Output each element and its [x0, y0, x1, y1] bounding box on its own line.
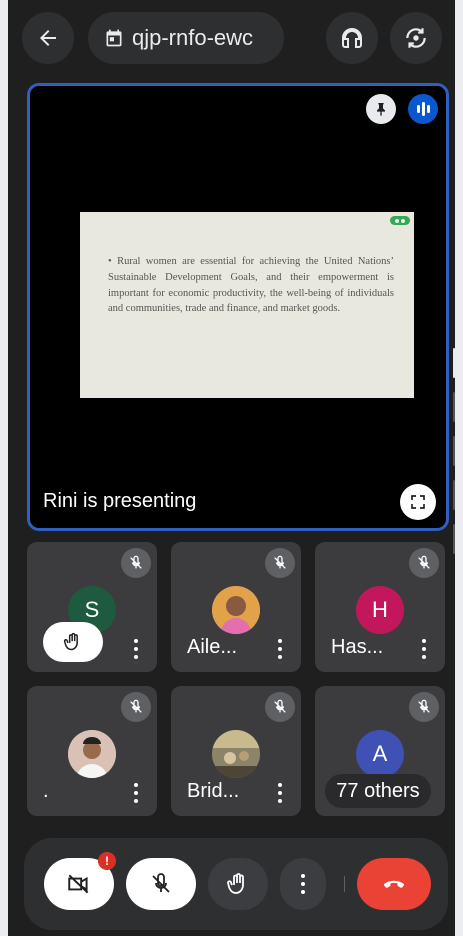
meeting-info-button[interactable]: qjp-rnfo-ewc — [88, 12, 284, 64]
pin-button[interactable] — [366, 94, 396, 124]
more-options-button[interactable] — [133, 639, 139, 659]
camera-alert-badge: ! — [98, 852, 116, 870]
meet-screen: qjp-rnfo-ewc • Rural women are essential… — [8, 0, 455, 936]
others-tile[interactable]: A 77 others — [315, 686, 445, 816]
mic-off-icon — [265, 548, 295, 578]
mic-toggle-button[interactable] — [126, 858, 196, 910]
presentation-stage[interactable]: • Rural women are essential for achievin… — [27, 83, 449, 531]
more-options-button[interactable] — [277, 783, 283, 803]
participant-name: Has... — [331, 636, 384, 658]
presenter-label: Rini is presenting — [43, 490, 197, 512]
end-call-icon — [383, 880, 405, 888]
pin-icon — [377, 103, 385, 116]
camera-off-icon — [68, 874, 89, 894]
participant-tile[interactable]: Brid... — [171, 686, 301, 816]
more-options-button[interactable] — [277, 639, 283, 659]
others-count: 77 others — [325, 774, 431, 808]
raise-hand-icon — [227, 873, 244, 894]
divider — [344, 876, 345, 892]
mic-off-icon — [121, 548, 151, 578]
scroll-indicator[interactable] — [453, 340, 455, 580]
mic-off-icon — [409, 692, 439, 722]
fullscreen-button[interactable] — [400, 484, 436, 520]
audio-output-button[interactable] — [326, 12, 378, 64]
avatar-photo — [68, 730, 116, 778]
mic-off-icon — [152, 873, 170, 893]
speaking-indicator — [408, 94, 438, 124]
call-controls: ! — [24, 838, 448, 930]
top-bar: qjp-rnfo-ewc — [8, 0, 455, 80]
participant-name: Brid... — [187, 780, 240, 802]
camera-toggle-button[interactable]: ! — [44, 852, 116, 910]
mic-off-icon — [409, 548, 439, 578]
participant-tile[interactable]: H Has... — [315, 542, 445, 672]
end-call-button[interactable] — [357, 858, 431, 910]
avatar-photo — [212, 730, 260, 778]
more-vert-icon — [301, 874, 305, 894]
switch-camera-button[interactable] — [390, 12, 442, 64]
raised-hand-badge — [43, 622, 103, 662]
avatar: H — [356, 586, 404, 634]
more-options-button[interactable] — [421, 639, 427, 659]
slide-status-badge — [390, 216, 410, 225]
participant-tile[interactable]: S — [27, 542, 157, 672]
headphones-icon — [342, 27, 362, 48]
shared-slide: • Rural women are essential for achievin… — [80, 212, 414, 398]
calendar-icon — [106, 29, 122, 47]
back-button[interactable] — [22, 12, 74, 64]
avatar-photo — [212, 586, 260, 634]
slide-text: • Rural women are essential for achievin… — [108, 256, 394, 315]
raise-hand-button[interactable] — [208, 858, 268, 910]
raise-hand-icon — [63, 632, 78, 651]
participant-tile[interactable]: . — [27, 686, 157, 816]
participant-tile[interactable]: Aile... — [171, 542, 301, 672]
meeting-code: qjp-rnfo-ewc — [132, 25, 254, 50]
participant-name: . — [43, 780, 49, 802]
avatar: A — [356, 730, 404, 778]
participant-name: Aile... — [187, 636, 238, 658]
more-options-button[interactable] — [280, 858, 326, 910]
mic-off-icon — [265, 692, 295, 722]
mic-off-icon — [121, 692, 151, 722]
fullscreen-icon — [411, 495, 425, 509]
switch-camera-icon — [406, 28, 426, 48]
arrow-back-icon — [40, 30, 56, 46]
more-options-button[interactable] — [133, 783, 139, 803]
